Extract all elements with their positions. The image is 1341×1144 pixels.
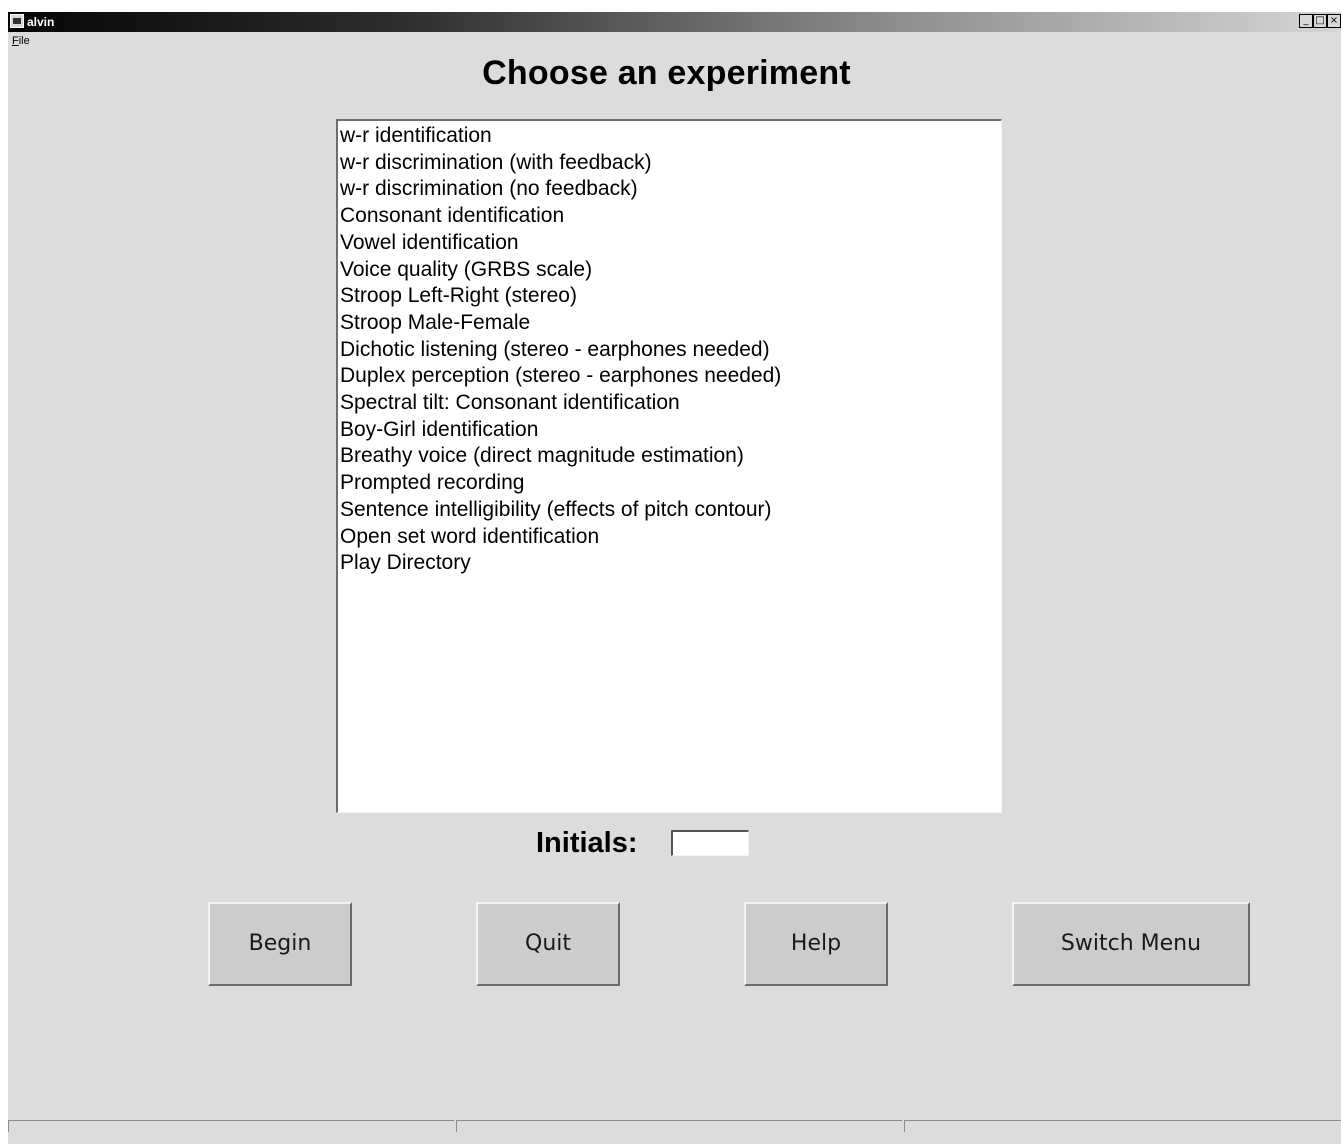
menu-file-mnemonic: F	[12, 35, 19, 47]
maximize-icon[interactable]: □	[1313, 14, 1327, 28]
experiment-list[interactable]: w-r identification w-r discrimination (wi…	[336, 119, 1002, 813]
status-pane-2	[456, 1120, 902, 1132]
list-item[interactable]: Stroop Left-Right (stereo)	[340, 283, 1001, 310]
page-title: Choose an experiment	[482, 54, 851, 92]
list-item[interactable]: Open set word identification	[340, 524, 1001, 551]
list-item[interactable]: w-r discrimination (with feedback)	[340, 150, 1001, 177]
status-bar	[8, 1119, 1341, 1132]
switch-menu-button[interactable]: Switch Menu	[1012, 902, 1250, 986]
list-item[interactable]: Play Directory	[340, 550, 1001, 577]
list-item[interactable]: Dichotic listening (stereo - earphones n…	[340, 337, 1001, 364]
list-item[interactable]: Prompted recording	[340, 470, 1001, 497]
begin-button[interactable]: Begin	[208, 902, 352, 986]
initials-input[interactable]	[671, 830, 749, 856]
status-pane-1	[8, 1120, 454, 1132]
app-icon[interactable]	[10, 14, 24, 28]
list-item[interactable]: Consonant identification	[340, 203, 1001, 230]
list-item[interactable]: Breathy voice (direct magnitude estimati…	[340, 443, 1001, 470]
initials-label: Initials:	[536, 827, 638, 859]
list-item[interactable]: Sentence intelligibility (effects of pit…	[340, 497, 1001, 524]
window-controls: _ □ ×	[1299, 14, 1341, 30]
list-item[interactable]: Vowel identification	[340, 230, 1001, 257]
list-item[interactable]: Duplex perception (stereo - earphones ne…	[340, 363, 1001, 390]
list-item[interactable]: w-r discrimination (no feedback)	[340, 176, 1001, 203]
quit-button[interactable]: Quit	[476, 902, 620, 986]
menu-file-label-rest: ile	[18, 35, 30, 47]
list-item[interactable]: w-r identification	[340, 123, 1001, 150]
list-item[interactable]: Spectral tilt: Consonant identification	[340, 390, 1001, 417]
list-item[interactable]: Voice quality (GRBS scale)	[340, 257, 1001, 284]
close-icon[interactable]: ×	[1327, 14, 1341, 28]
status-pane-3	[904, 1120, 1341, 1132]
menu-bar: File	[8, 33, 1341, 51]
minimize-icon[interactable]: _	[1299, 14, 1313, 28]
title-bar[interactable]: alvin _ □ ×	[8, 12, 1341, 32]
list-item[interactable]: Stroop Male-Female	[340, 310, 1001, 337]
help-button[interactable]: Help	[744, 902, 888, 986]
window-title: alvin	[27, 15, 55, 29]
list-item[interactable]: Boy-Girl identification	[340, 417, 1001, 444]
menu-file[interactable]: File	[12, 35, 30, 47]
